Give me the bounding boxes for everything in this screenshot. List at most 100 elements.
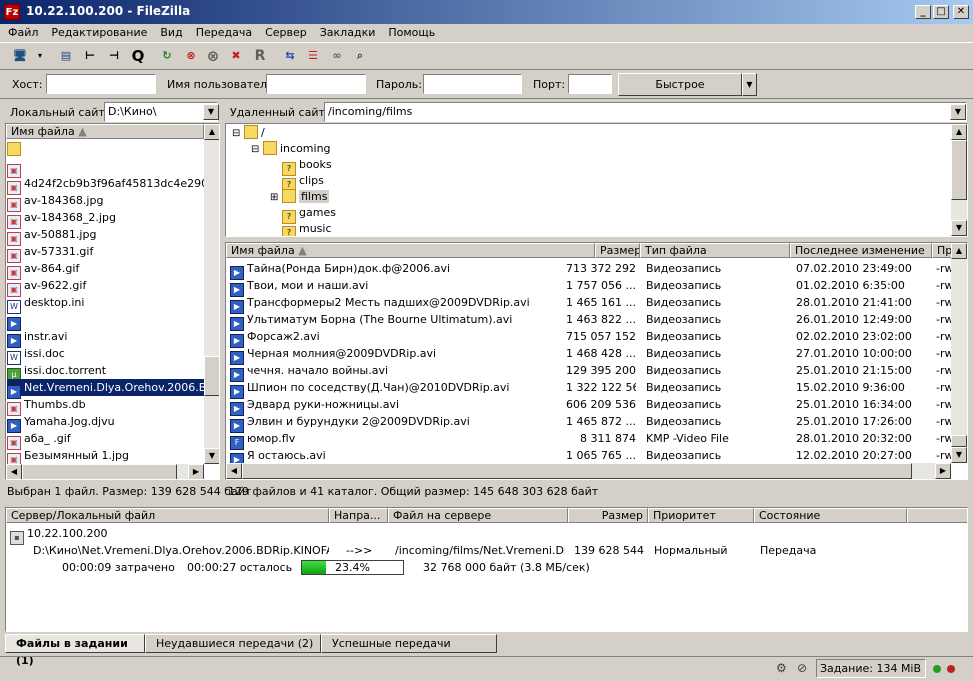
remote-file-row[interactable]: ▶ Я остаюсь.avi 1 065 765 ... Видеозапись 12… xyxy=(226,447,952,467)
remote-column-type[interactable]: Тип файла xyxy=(640,243,790,258)
local-file-row[interactable]: ▣ av-184368_2.jpg xyxy=(7,209,204,229)
queue-column-size[interactable]: Размер xyxy=(568,508,648,523)
remote-file-row[interactable]: ▶ Твои, мои и наши.avi 1 757 056 ... Видеоз… xyxy=(226,277,952,297)
remote-column-permissions[interactable]: Пр xyxy=(932,243,952,258)
remote-file-row[interactable]: ▶ Шпион по соседству(Д.Чан)@2010DVDRip.av… xyxy=(226,379,952,399)
local-file-row[interactable]: Wissi.doc xyxy=(7,345,204,365)
dropdown-arrow-icon[interactable]: ▾ xyxy=(30,46,50,66)
host-input[interactable] xyxy=(46,74,156,94)
menu-edit[interactable]: Редактирование xyxy=(46,24,152,42)
local-file-row[interactable]: ▣ av-9622.gif xyxy=(7,277,204,297)
local-file-row[interactable]: ▣ av-184368.jpg xyxy=(7,192,204,212)
queue-server-row[interactable]: ▪ 10.22.100.200 xyxy=(10,525,107,545)
maximize-button[interactable]: □ xyxy=(933,5,949,19)
refresh-icon[interactable]: ↻ xyxy=(157,46,177,66)
local-path-dropdown-icon[interactable]: ▼ xyxy=(203,104,219,120)
local-file-name: аба_ .gif xyxy=(24,432,71,445)
remote-path-dropdown-icon[interactable]: ▼ xyxy=(950,104,966,120)
local-horizontal-scrollbar[interactable]: ◀ ▶ xyxy=(6,464,204,479)
remote-tree-icon[interactable]: ⊣ xyxy=(104,46,124,66)
username-input[interactable] xyxy=(266,74,366,94)
disconnect-icon[interactable]: ✖ xyxy=(226,46,246,66)
search-icon[interactable]: ⌕ xyxy=(350,46,370,66)
remote-column-modified[interactable]: Последнее изменение xyxy=(790,243,932,258)
queue-column-remote[interactable]: Файл на сервере xyxy=(388,508,568,523)
local-file-row[interactable]: Wdesktop.ini xyxy=(7,294,204,314)
quickconnect-dropdown-icon[interactable]: ▼ xyxy=(742,73,757,96)
remote-file-row[interactable]: ▶ Элвин и бурундуки 2@2009DVDRip.avi 1 465… xyxy=(226,413,952,433)
remote-column-filename[interactable]: Имя файла ▲ xyxy=(226,243,595,258)
cancel-icon[interactable]: ⊗ xyxy=(203,46,223,66)
local-file-row[interactable]: ▣ av-50881.jpg xyxy=(7,226,204,246)
port-input[interactable] xyxy=(568,74,612,94)
tree-expander-icon[interactable]: ⊟ xyxy=(251,141,263,158)
remote-tree-scrollbar[interactable]: ▲ ▼ xyxy=(951,124,967,236)
local-file-row[interactable]: ▣ Thumbs.db xyxy=(7,396,204,416)
local-file-row[interactable]: μ issi.doc.torrent xyxy=(7,362,204,382)
message-log-icon[interactable]: ▤ xyxy=(56,46,76,66)
local-file-row[interactable] xyxy=(7,141,204,158)
remote-file-row[interactable]: ▶ чечня. начало войны.avi 129 395 200 Видео… xyxy=(226,362,952,382)
local-file-row[interactable]: ▣ av-864.gif xyxy=(7,260,204,280)
menu-server[interactable]: Сервер xyxy=(260,24,312,42)
tree-node[interactable]: ? books xyxy=(270,156,332,176)
local-file-row[interactable]: ▶ Yamaha.Jog.djvu xyxy=(7,413,204,433)
local-vertical-scrollbar[interactable]: ▲ ▼ xyxy=(204,124,219,464)
local-file-row[interactable]: ▶ Net.Vremeni.Dlya.Orehov.2006.BDR xyxy=(7,379,219,399)
local-file-row[interactable]: ▣ av-57331.gif xyxy=(7,243,204,263)
queue-column-direction[interactable]: Напра... xyxy=(329,508,388,523)
local-column-filename[interactable]: Имя файла ▲ xyxy=(6,124,204,139)
tree-node[interactable]: ? clips xyxy=(270,172,324,192)
folder-icon xyxy=(282,189,296,203)
local-file-row[interactable]: ▶ instr.avi xyxy=(7,328,204,348)
remote-vertical-scrollbar[interactable]: ▲ ▼ xyxy=(951,243,967,463)
filter-icon[interactable]: ⇆ xyxy=(280,46,300,66)
quickconnect-button[interactable]: Быстрое соединение xyxy=(618,73,742,112)
tab-queued-files[interactable]: Файлы в задании (1) xyxy=(5,634,145,667)
tree-node[interactable]: ⊞ films xyxy=(270,188,330,205)
local-file-row[interactable]: ▣ аба_ .gif xyxy=(7,430,204,450)
process-queue-icon[interactable]: ⊗ xyxy=(181,46,201,66)
reconnect-icon[interactable]: R xyxy=(250,46,270,66)
remote-file-row[interactable]: ▶ Эдвард руки-ножницы.avi 606 209 536 Видео… xyxy=(226,396,952,416)
remote-tree: ⊟ / ⊟ incoming? books? clips ⊞ films? games? musi… xyxy=(225,123,968,237)
queue-column-state[interactable]: Состояние xyxy=(754,508,907,523)
tab-successful-transfers[interactable]: Успешные передачи xyxy=(321,634,497,653)
local-file-row[interactable]: ▣ 4d24f2cb9b3f96af45813dc4e290e89 xyxy=(7,175,219,195)
local-tree-icon[interactable]: ⊢ xyxy=(80,46,100,66)
menu-view[interactable]: Вид xyxy=(155,24,187,42)
menu-file[interactable]: Файл xyxy=(3,24,43,42)
tree-node[interactable]: ? music xyxy=(270,220,332,236)
queue-icon[interactable]: Q xyxy=(128,46,148,66)
tree-node[interactable]: ? games xyxy=(270,204,336,224)
remote-file-row[interactable]: ▶ Трансформеры2 Месть падших@2009DVDRip.a… xyxy=(226,294,952,314)
tree-node[interactable]: ⊟ incoming xyxy=(251,140,331,157)
menu-bookmarks[interactable]: Закладки xyxy=(315,24,381,42)
tree-node[interactable]: ⊟ / xyxy=(232,124,265,141)
compare-icon[interactable]: ☰ xyxy=(303,46,323,66)
close-button[interactable]: ✕ xyxy=(953,5,969,19)
queue-column-priority[interactable]: Приоритет xyxy=(648,508,754,523)
menu-help[interactable]: Помощь xyxy=(383,24,440,42)
local-file-row[interactable]: ▶ xyxy=(7,311,204,331)
remote-file-row[interactable]: ▶ Форсаж2.avi 715 057 152 Видеозапись 02.02.… xyxy=(226,328,952,348)
queue-column-local[interactable]: Сервер/Локальный файл xyxy=(6,508,329,523)
remote-file-row[interactable]: ▶ Тайна(Ронда Бирн)док.ф@2006.avi 713 372 … xyxy=(226,260,952,280)
remote-file-row[interactable]: ▶ Черная молния@2009DVDRip.avi 1 468 428 .… xyxy=(226,345,952,365)
password-input[interactable] xyxy=(423,74,522,94)
tree-expander-icon[interactable]: ⊟ xyxy=(232,125,244,142)
tab-failed-transfers[interactable]: Неудавшиеся передачи (2) xyxy=(145,634,321,653)
menu-transfer[interactable]: Передача xyxy=(191,24,257,42)
remote-horizontal-scrollbar[interactable]: ◀ ▶ xyxy=(226,463,951,479)
local-path-input[interactable]: D:\Кино\ xyxy=(104,102,218,122)
remote-file-row[interactable]: Fюмор.flv 8 311 874 KMP -Video File 28.01.2… xyxy=(226,430,952,450)
local-file-row[interactable]: ▣ xyxy=(7,158,204,178)
site-manager-icon[interactable]: 🖥 xyxy=(10,46,30,66)
remote-path-input[interactable]: /incoming/films xyxy=(324,102,967,122)
remote-column-size[interactable]: Размер xyxy=(595,243,640,258)
sync-browse-icon[interactable]: ∞ xyxy=(327,46,347,66)
local-file-row[interactable]: ▣ Безымянный 1.jpg xyxy=(7,447,204,467)
remote-file-row[interactable]: ▶ Ультиматум Борна (The Bourne Ultimatum)… xyxy=(226,311,952,331)
minimize-button[interactable]: _ xyxy=(915,5,931,19)
queue-transfer-row[interactable]: D:\Кино\Net.Vremeni.Dlya.Orehov.2006.BDR… xyxy=(6,542,966,559)
